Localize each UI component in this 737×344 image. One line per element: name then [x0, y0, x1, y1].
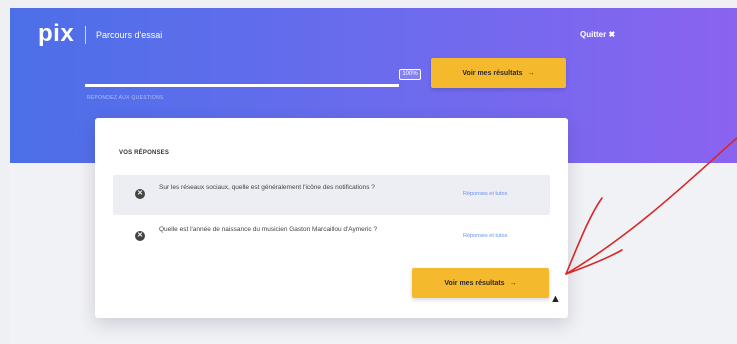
hand-drawn-arrow-icon [565, 137, 737, 275]
cursor-arrow-icon: ▲ [550, 293, 561, 305]
